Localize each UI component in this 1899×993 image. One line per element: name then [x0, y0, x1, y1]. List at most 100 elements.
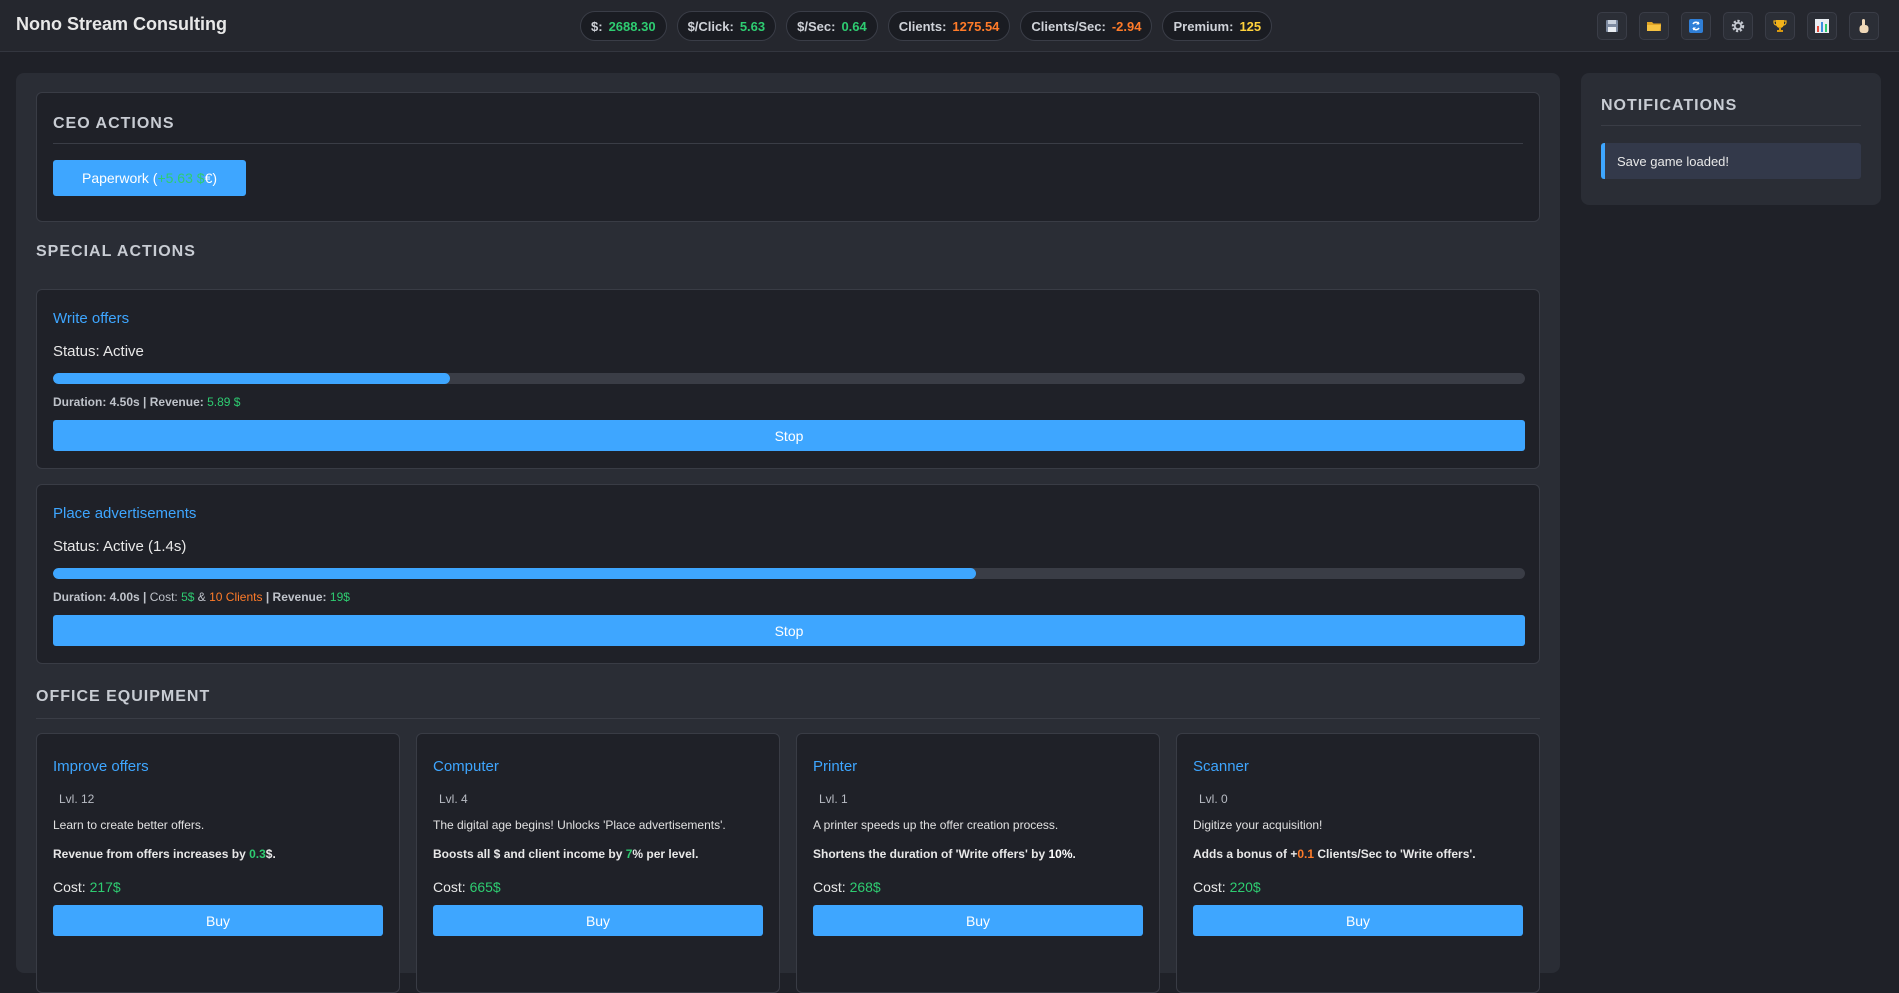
action-progress-bar [53, 568, 1525, 579]
app-title: Nono Stream Consulting [16, 14, 227, 34]
cost-label: Cost: [53, 879, 90, 895]
toolbar [1597, 12, 1879, 40]
notifications-panel: NOTIFICATIONS Save game loaded! [1581, 73, 1881, 205]
duration-label: Duration: [53, 395, 107, 409]
trophy-icon [1773, 20, 1787, 32]
equipment-description: The digital age begins! Unlocks 'Place a… [433, 818, 726, 832]
stat-label: $: [591, 18, 603, 34]
action-meta: Duration: 4.00s | Cost: 5$ & 10 Clients … [53, 590, 350, 604]
load-button[interactable] [1639, 12, 1669, 40]
equipment-cost: Cost: 217$ [53, 879, 121, 895]
reset-button[interactable] [1681, 12, 1711, 40]
achievements-button[interactable] [1765, 12, 1795, 40]
duration-value: 4.50s [109, 395, 140, 409]
equipment-level: Lvl. 12 [59, 792, 95, 806]
stat-value: 1275.54 [952, 18, 1000, 34]
statistics-button[interactable] [1807, 12, 1837, 40]
action-card-place-advertisements: Place advertisements Status: Active (1.4… [36, 484, 1540, 664]
equipment-level: Lvl. 1 [819, 792, 848, 806]
paperwork-currency: €) [204, 170, 218, 186]
effect-value: 10% [1048, 847, 1073, 861]
separator: | [139, 395, 150, 409]
equipment-card-scanner: Scanner Lvl. 0 Digitize your acquisition… [1176, 733, 1540, 993]
equipment-description: Digitize your acquisition! [1193, 818, 1323, 832]
action-meta: Duration: 4.50s | Revenue: 5.89 $ [53, 395, 240, 409]
paperwork-value: +5.63 $ [157, 170, 205, 186]
equipment-name: Computer [433, 758, 499, 775]
equipment-effect: Adds a bonus of +0.1 Clients/Sec to 'Wri… [1193, 847, 1476, 861]
settings-gear-icon [1731, 19, 1745, 33]
equipment-card-improve-offers: Improve offers Lvl. 12 Learn to create b… [36, 733, 400, 993]
save-button[interactable] [1597, 12, 1627, 40]
stat-money-per-click: $/Click: 5.63 [676, 11, 777, 41]
equipment-description: Learn to create better offers. [53, 818, 205, 832]
effect-text: Revenue from offers increases by [53, 847, 250, 861]
save-icon [1606, 20, 1618, 32]
stats-bar: $: 2688.30 $/Click: 5.63 $/Sec: 0.64 Client… [580, 11, 1273, 41]
special-actions-title: SPECIAL ACTIONS [36, 243, 196, 260]
revenue-label: Revenue: [149, 395, 204, 409]
settings-button[interactable] [1723, 12, 1753, 40]
duration-value: 4.00s [109, 590, 140, 604]
stat-value: 0.64 [841, 18, 867, 34]
stat-label: Clients: [898, 18, 947, 34]
equipment-name: Scanner [1193, 758, 1249, 775]
stat-money: $: 2688.30 [580, 11, 667, 41]
equipment-effect: Shortens the duration of 'Write offers' … [813, 847, 1076, 861]
stat-clients-per-sec: Clients/Sec: -2.94 [1020, 11, 1153, 41]
stat-value: -2.94 [1111, 18, 1142, 34]
revenue-value: 19$ [329, 590, 350, 604]
stat-value: 2688.30 [608, 18, 656, 34]
cost-value: 665$ [469, 879, 501, 895]
divider [1601, 125, 1861, 126]
duration-label: Duration: [53, 590, 107, 604]
office-equipment-title: OFFICE EQUIPMENT [36, 688, 211, 705]
equipment-cost: Cost: 268$ [813, 879, 881, 895]
effect-text: . [1072, 847, 1076, 861]
top-header: Nono Stream Consulting $: 2688.30 $/Click… [0, 0, 1899, 52]
equipment-card-computer: Computer Lvl. 4 The digital age begins! … [416, 733, 780, 993]
effect-text: $. [265, 847, 276, 861]
notifications-title: NOTIFICATIONS [1601, 97, 1738, 114]
effect-text: Clients/Sec to 'Write offers'. [1314, 847, 1476, 861]
equipment-description: A printer speeds up the offer creation p… [813, 818, 1059, 832]
cost-clients-value: 10 Clients [209, 590, 263, 604]
main-panel: CEO ACTIONS Paperwork (+5.63 $ €) SPECIA… [16, 73, 1560, 993]
stop-write-offers-button[interactable]: Stop [53, 420, 1525, 451]
paperwork-button[interactable]: Paperwork (+5.63 $ €) [53, 160, 246, 196]
stop-place-advertisements-button[interactable]: Stop [53, 615, 1525, 646]
cost-money-value: 5$ [181, 590, 195, 604]
click-mode-button[interactable] [1849, 12, 1879, 40]
effect-value: 0.3 [249, 847, 266, 861]
effect-text: Adds a bonus of + [1193, 847, 1298, 861]
stat-value: 125 [1239, 18, 1262, 34]
stat-label: Premium: [1173, 18, 1234, 34]
action-progress-fill [53, 568, 976, 579]
stat-value: 5.63 [739, 18, 766, 34]
equipment-cost: Cost: 665$ [433, 879, 501, 895]
equipment-effect: Revenue from offers increases by 0.3$. [53, 847, 276, 861]
equipment-level: Lvl. 0 [1199, 792, 1228, 806]
divider [36, 718, 1540, 719]
cost-label: Cost: [1193, 879, 1230, 895]
separator: | [139, 590, 150, 604]
buy-scanner-button[interactable]: Buy [1193, 905, 1523, 936]
stat-label: Clients/Sec: [1031, 18, 1106, 34]
action-progress-fill [53, 373, 451, 384]
pointer-hand-icon [1859, 19, 1869, 33]
action-status: Status: Active [53, 343, 144, 360]
buy-improve-offers-button[interactable]: Buy [53, 905, 383, 936]
stat-label: $/Sec: [797, 18, 836, 34]
equipment-effect: Boosts all $ and client income by 7% per… [433, 847, 698, 861]
effect-value: 0.1 [1297, 847, 1315, 861]
cost-value: 217$ [89, 879, 121, 895]
revenue-value: 5.89 $ [207, 395, 241, 409]
cost-label: Cost: [433, 879, 470, 895]
equipment-card-printer: Printer Lvl. 1 A printer speeds up the o… [796, 733, 1160, 993]
ceo-actions-card: CEO ACTIONS Paperwork (+5.63 $ €) [36, 92, 1540, 222]
ampersand: & [194, 590, 210, 604]
action-title: Place advertisements [53, 505, 197, 522]
buy-printer-button[interactable]: Buy [813, 905, 1143, 936]
buy-computer-button[interactable]: Buy [433, 905, 763, 936]
effect-text: % per level. [632, 847, 699, 861]
